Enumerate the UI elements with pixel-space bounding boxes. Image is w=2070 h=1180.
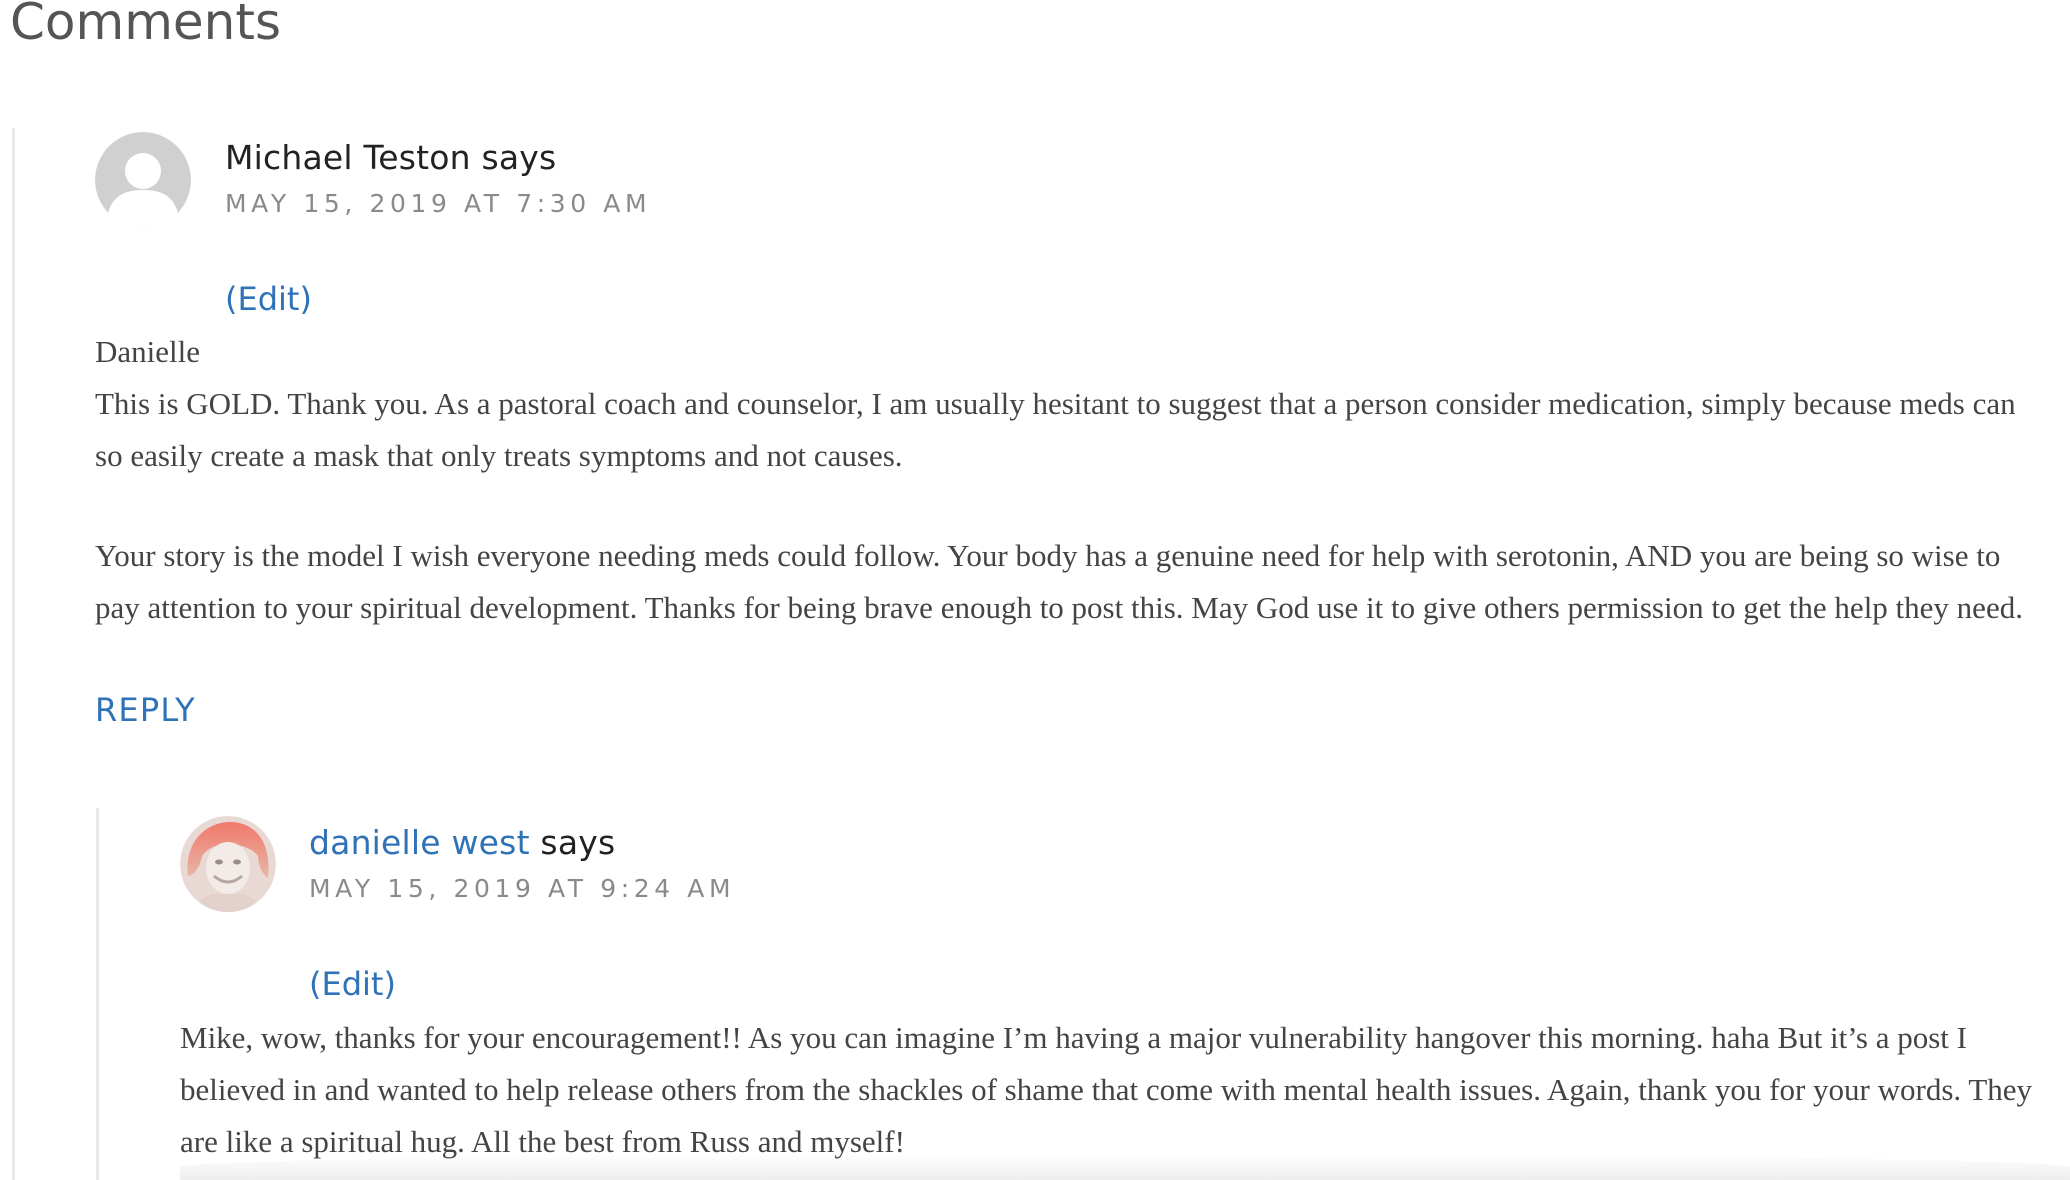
- user-photo-avatar: [180, 816, 276, 912]
- reply-author-line: danielle west says: [309, 823, 615, 863]
- comment-paragraph: Danielle This is GOLD. Thank you. As a p…: [95, 326, 2045, 482]
- reply-says-label: says: [540, 823, 616, 862]
- comment-thread-line: [12, 128, 15, 1180]
- comment-body: Danielle This is GOLD. Thank you. As a p…: [95, 326, 2045, 634]
- reply-thread-line: [96, 808, 99, 1180]
- comment-author-name: Michael Teston: [225, 138, 471, 177]
- comment-author-line: Michael Teston says: [225, 138, 556, 178]
- reply-date-link[interactable]: MAY 15, 2019 AT 9:24 AM: [309, 874, 735, 904]
- bottom-fade-overlay: [180, 1154, 2070, 1180]
- edit-comment-link[interactable]: (Edit): [225, 279, 312, 319]
- comment-text-line: This is GOLD. Thank you. As a pastoral c…: [95, 386, 2016, 473]
- default-avatar-icon: [95, 132, 191, 228]
- comment-says-label: says: [481, 138, 557, 177]
- comment-paragraph: Your story is the model I wish everyone …: [95, 538, 2023, 625]
- reply-body: Mike, wow, thanks for your encouragement…: [180, 1012, 2050, 1168]
- reply-button[interactable]: REPLY: [95, 690, 196, 730]
- comments-heading: Comments: [10, 0, 282, 51]
- edit-reply-link[interactable]: (Edit): [309, 964, 396, 1004]
- reply-author-link[interactable]: danielle west: [309, 823, 530, 862]
- reply-paragraph: Mike, wow, thanks for your encouragement…: [180, 1020, 2033, 1159]
- comment-date-link[interactable]: MAY 15, 2019 AT 7:30 AM: [225, 189, 651, 219]
- comment-greeting: Danielle: [95, 334, 201, 369]
